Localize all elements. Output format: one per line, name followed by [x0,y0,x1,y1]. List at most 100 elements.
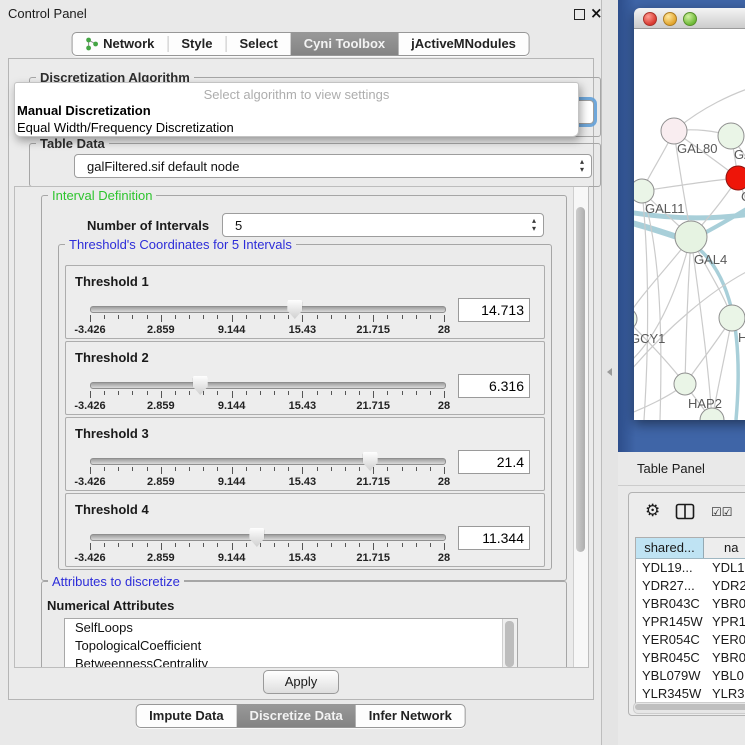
tick-mark [373,467,374,474]
network-node-gcy1[interactable] [634,308,637,330]
threshold-panel-1: Threshold 1-3.4262.8599.14415.4321.71528 [65,265,545,339]
threshold-slider[interactable]: -3.4262.8599.14415.4321.71528 [90,300,444,336]
control-panel-title: Control Panel [8,6,87,21]
window-minimize-icon[interactable] [663,12,677,26]
table-scrollbar-thumb[interactable] [635,704,745,710]
threshold-value-field[interactable] [458,298,530,322]
tick-mark [260,391,261,395]
threshold-value-field[interactable] [458,526,530,550]
threshold-value-field[interactable] [458,450,530,474]
attribute-list-item[interactable]: TopologicalCoefficient [65,637,517,655]
network-node-h[interactable] [719,305,745,331]
float-window-icon[interactable] [574,9,585,20]
window-zoom-icon[interactable] [683,12,697,26]
network-node-ga[interactable] [718,123,744,149]
table-row[interactable]: YBR043CYBR0 [636,595,745,613]
gear-icon[interactable]: ⚙ [645,501,660,521]
tab-select[interactable]: Select [226,33,290,55]
dropdown-option-equal-width-frequency[interactable]: Equal Width/Frequency Discretization [15,119,578,136]
tick-mark [302,543,303,550]
tick-mark [232,543,233,550]
table-row[interactable]: YPR145WYPR1 [636,613,745,631]
column-header-shared-name[interactable]: shared... [636,538,704,558]
table-row[interactable]: YBL079WYBL0 [636,667,745,685]
table-row[interactable]: YDR27...YDR2 [636,577,745,595]
tab-infer-network[interactable]: Infer Network [356,705,465,727]
tick-label: 2.859 [147,400,175,412]
attribute-list-scrollbar[interactable] [502,619,517,668]
table-data-combobox[interactable]: galFiltered.sif default node ▴▾ [74,154,592,178]
tick-label: 9.144 [218,324,246,336]
tick-mark [359,315,360,319]
table-horizontal-scrollbar[interactable] [633,702,745,714]
cell-shared-name: YPR145W [636,613,706,631]
slider-ticks [90,543,444,551]
tick-mark [302,467,303,474]
window-close-icon[interactable] [643,12,657,26]
tab-network[interactable]: Network [72,33,167,55]
slider-track[interactable] [90,382,446,389]
number-of-intervals-combobox[interactable]: 5 ▴▾ [222,213,544,237]
tick-label: -3.426 [74,552,105,564]
threshold-label: Threshold 2 [75,350,149,365]
slider-track[interactable] [90,458,446,465]
slider-track[interactable] [90,534,446,541]
network-node-gal11[interactable] [634,179,654,203]
threshold-slider[interactable]: -3.4262.8599.14415.4321.71528 [90,376,444,412]
attribute-list-item[interactable]: BetweennessCentrality [65,655,517,668]
network-node-c[interactable] [726,166,745,190]
threshold-slider[interactable]: -3.4262.8599.14415.4321.71528 [90,528,444,564]
tick-mark [260,467,261,471]
tick-label: 28 [438,400,450,412]
tick-label: 9.144 [218,552,246,564]
dropdown-option-manual-discretization[interactable]: Manual Discretization [15,102,578,119]
table-row[interactable]: YER054CYER0 [636,631,745,649]
tick-mark [387,467,388,471]
tick-mark [175,315,176,319]
cell-name: YPR1 [706,613,745,631]
tab-cyni-toolbox[interactable]: Cyni Toolbox [291,33,398,55]
threshold-panel-3: Threshold 3-3.4262.8599.14415.4321.71528 [65,417,545,491]
tick-mark [132,315,133,319]
tick-mark [345,391,346,395]
network-node-hap2[interactable] [674,373,696,395]
select-columns-icon[interactable]: ☑☑ [711,505,733,519]
table-row[interactable]: YBR045CYBR0 [636,649,745,667]
interval-definition-title: Interval Definition [48,188,156,203]
table-row[interactable]: YLR345WYLR3 [636,685,745,703]
cell-name: YLR3 [706,685,745,703]
slider-track[interactable] [90,306,446,313]
column-header-name[interactable]: na [704,538,745,558]
panel-splitter[interactable] [602,0,618,745]
attribute-list-scrollbar-thumb[interactable] [505,621,514,667]
network-node-gal4[interactable] [675,221,707,253]
tick-label: 21.715 [356,552,390,564]
network-window-titlebar[interactable] [634,8,745,29]
close-icon[interactable]: × [590,4,603,22]
network-canvas[interactable]: GAL80GACGAL11GAL4GCY1HHAP2 [634,29,745,420]
dropdown-prompt: Select algorithm to view settings [15,87,578,102]
tab-discretize-data[interactable]: Discretize Data [237,705,356,727]
threshold-slider[interactable]: -3.4262.8599.14415.4321.71528 [90,452,444,488]
settings-vertical-scrollbar[interactable] [573,187,588,667]
tick-mark [232,467,233,474]
splitter-collapse-icon[interactable] [607,368,612,376]
slider-tick-labels: -3.4262.8599.14415.4321.71528 [90,552,444,564]
attribute-list-item[interactable]: SelfLoops [65,619,517,637]
split-columns-icon[interactable] [675,503,695,520]
settings-scrollbar-thumb[interactable] [576,207,585,552]
tick-mark [288,315,289,319]
tick-mark [373,543,374,550]
tab-style[interactable]: Style [168,33,225,55]
table-panel: Table Panel ⚙ ☑☑ shared... na YDL19...YD… [618,452,745,745]
network-node-label: C [741,189,745,204]
tick-mark [175,391,176,395]
threshold-value-field[interactable] [458,374,530,398]
numerical-attributes-list: SelfLoopsTopologicalCoefficientBetweenne… [64,618,518,668]
apply-button[interactable]: Apply [263,670,339,694]
tab-jactivemnodules[interactable]: jActiveMNodules [398,33,529,55]
tab-impute-data[interactable]: Impute Data [136,705,236,727]
tick-label: 15.43 [289,324,317,336]
tick-mark [104,467,105,471]
table-row[interactable]: YDL19...YDL1 [636,559,745,577]
